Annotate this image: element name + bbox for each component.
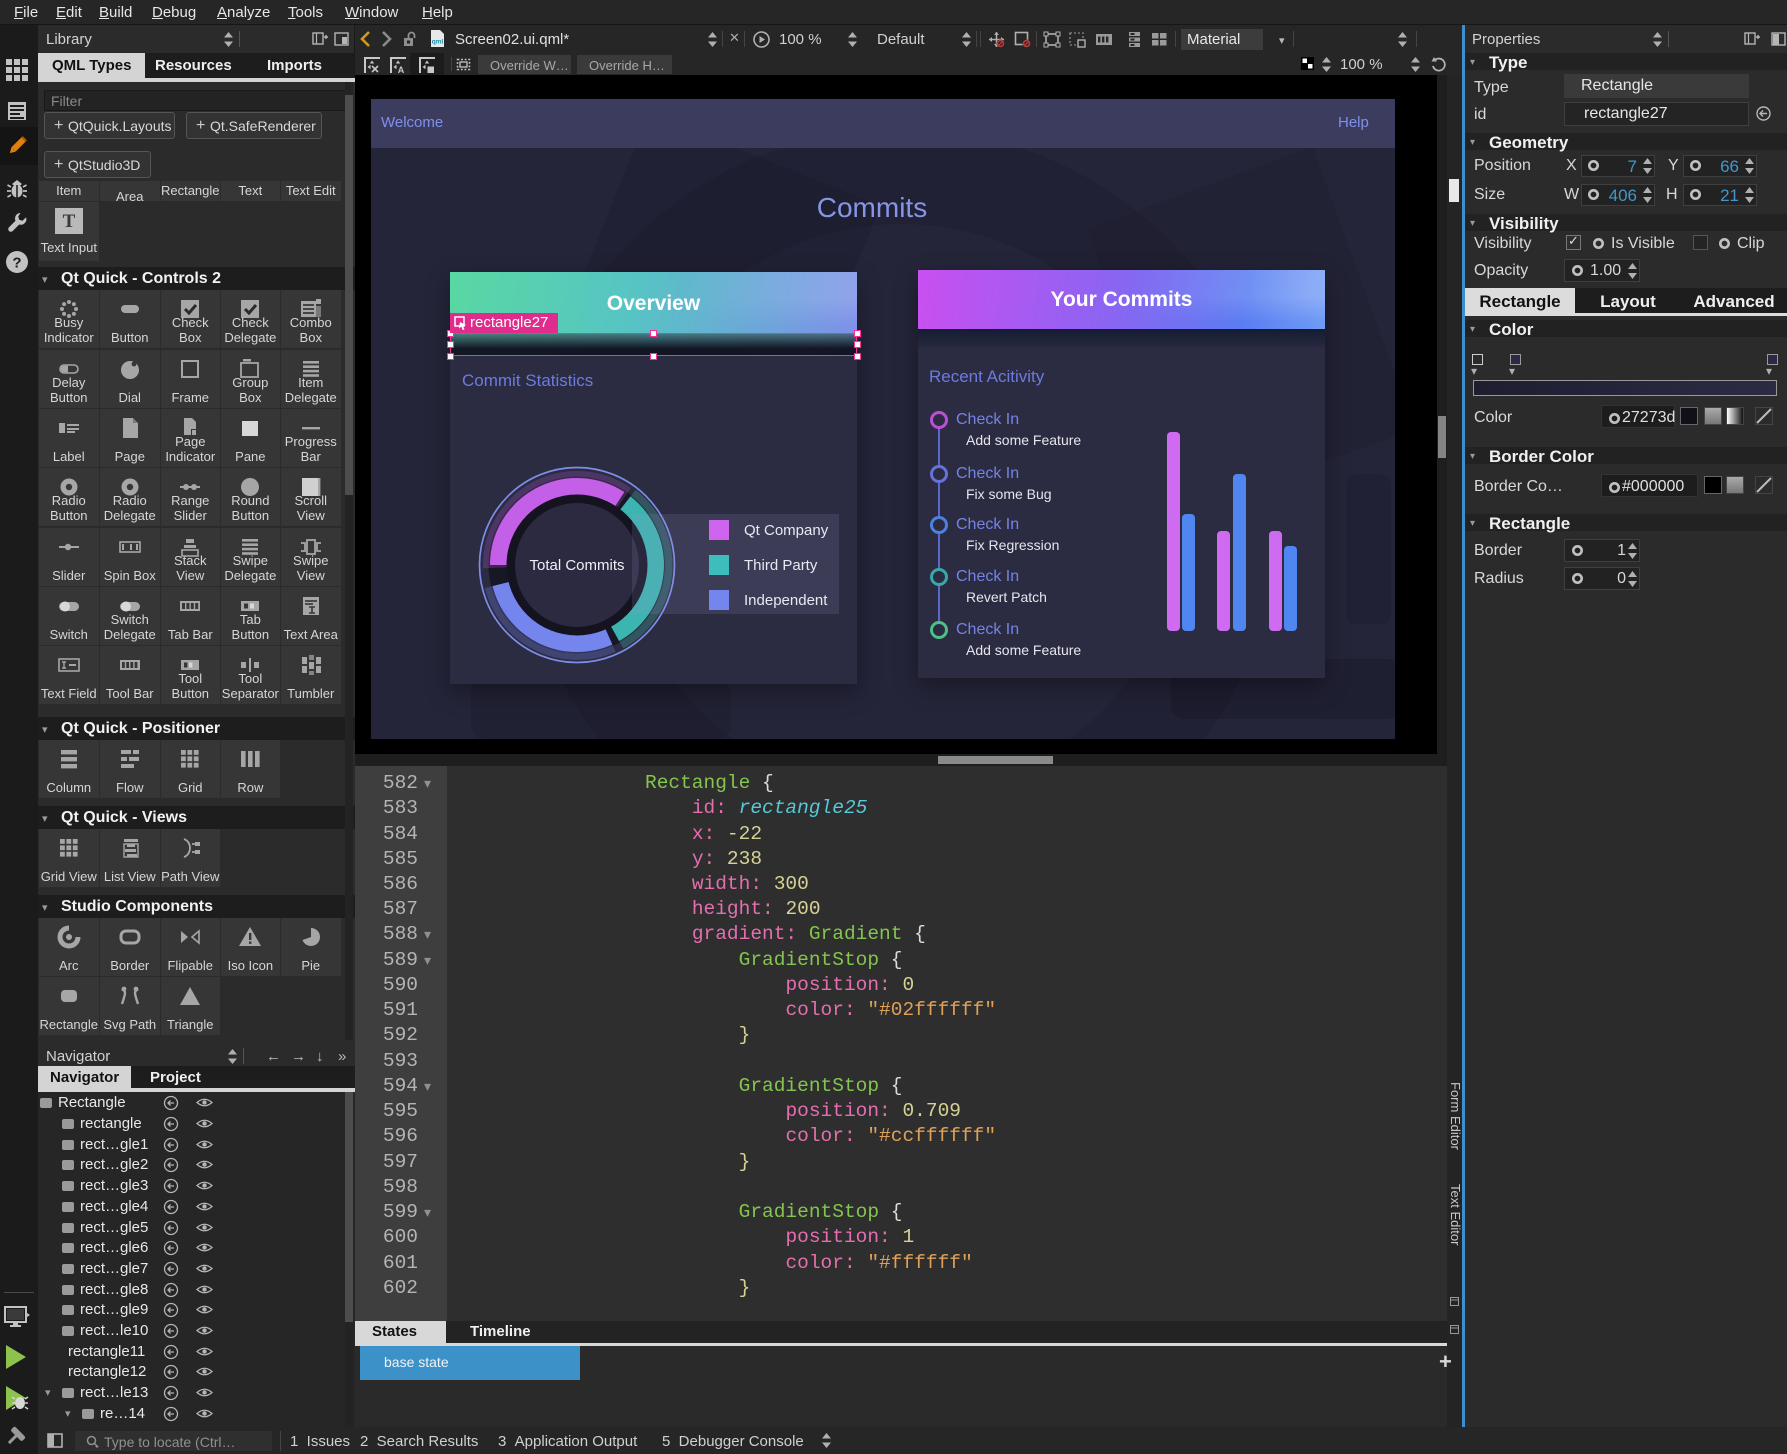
- svg-text:?: ?: [12, 255, 21, 272]
- svg-text:qml: qml: [432, 39, 444, 46]
- svg-text:A: A: [398, 65, 405, 74]
